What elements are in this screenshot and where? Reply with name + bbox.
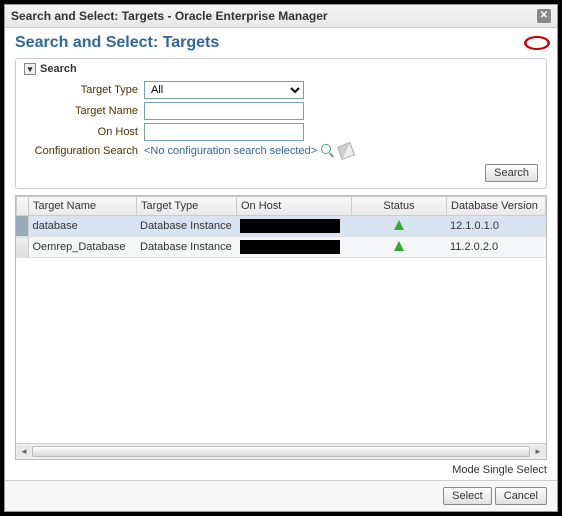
cell-on-host [236, 237, 351, 258]
cell-db-version: 11.2.0.2.0 [446, 237, 546, 258]
results-grid: Target Name Target Type On Host Status D… [15, 195, 547, 460]
status-up-icon [394, 220, 404, 230]
page-title: Search and Select: Targets [15, 34, 219, 52]
cancel-button[interactable]: Cancel [495, 487, 547, 505]
target-type-select[interactable]: All [144, 81, 304, 99]
col-target-name[interactable]: Target Name [29, 197, 137, 216]
close-icon[interactable]: ✕ [537, 9, 551, 23]
grid-header-row: Target Name Target Type On Host Status D… [17, 197, 546, 216]
redacted-host [240, 219, 340, 233]
disclose-icon[interactable]: ▾ [24, 63, 36, 75]
search-panel: ▾ Search Target Type All Target Name On … [15, 58, 547, 189]
col-on-host[interactable]: On Host [237, 197, 352, 216]
col-selector [17, 197, 29, 216]
target-name-label: Target Name [24, 105, 144, 117]
search-section-header[interactable]: ▾ Search [24, 63, 538, 75]
config-search-label: Configuration Search [24, 145, 144, 157]
search-icon[interactable] [321, 144, 335, 158]
select-button[interactable]: Select [443, 487, 492, 505]
status-up-icon [394, 241, 404, 251]
header-row: Search and Select: Targets [5, 28, 557, 56]
table-row[interactable]: database Database Instance 12.1.0.1.0 [16, 216, 546, 237]
titlebar: Search and Select: Targets - Oracle Ente… [5, 5, 557, 28]
window-title: Search and Select: Targets - Oracle Ente… [11, 9, 328, 23]
mode-row: Mode Single Select [5, 460, 557, 480]
mode-value: Single Select [483, 464, 547, 476]
target-name-input[interactable] [144, 102, 304, 120]
scroll-thumb[interactable] [32, 446, 530, 457]
cell-status [351, 216, 446, 237]
cell-target-name: Oemrep_Database [28, 237, 136, 258]
eraser-icon[interactable] [337, 142, 355, 160]
cell-db-version: 12.1.0.1.0 [446, 216, 546, 237]
cell-target-name: database [28, 216, 136, 237]
row-handle[interactable] [16, 216, 28, 237]
target-type-label: Target Type [24, 84, 144, 96]
row-handle[interactable] [16, 237, 28, 258]
cell-status [351, 237, 446, 258]
config-search-value: <No configuration search selected> [144, 145, 317, 157]
mode-label: Mode [452, 464, 480, 476]
redacted-host [240, 240, 340, 254]
search-button[interactable]: Search [485, 164, 538, 182]
cell-target-type: Database Instance [136, 237, 236, 258]
on-host-label: On Host [24, 126, 144, 138]
dialog-window: Search and Select: Targets - Oracle Ente… [4, 4, 558, 512]
oracle-logo-icon [524, 36, 550, 50]
dialog-footer: Select Cancel [5, 480, 557, 511]
on-host-input[interactable] [144, 123, 304, 141]
col-target-type[interactable]: Target Type [137, 197, 237, 216]
cell-target-type: Database Instance [136, 216, 236, 237]
scroll-left-icon[interactable]: ◄ [17, 446, 31, 457]
search-section-label: Search [40, 63, 77, 75]
col-status[interactable]: Status [352, 197, 447, 216]
table-row[interactable]: Oemrep_Database Database Instance 11.2.0… [16, 237, 546, 258]
horizontal-scrollbar[interactable]: ◄ ► [16, 443, 546, 459]
scroll-right-icon[interactable]: ► [531, 446, 545, 457]
col-db-version[interactable]: Database Version [447, 197, 546, 216]
cell-on-host [236, 216, 351, 237]
